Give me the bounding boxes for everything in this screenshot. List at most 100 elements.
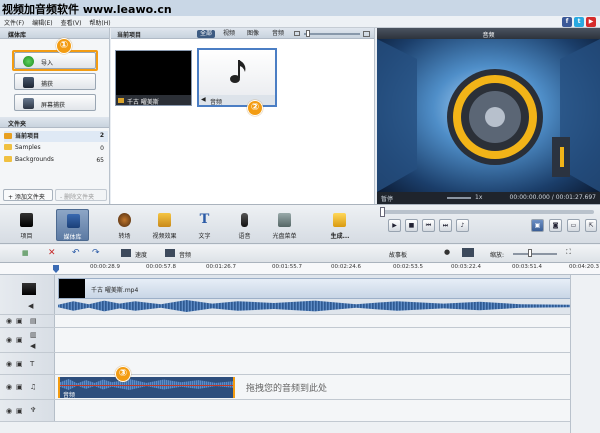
capture-button[interactable]: 捕获 xyxy=(14,73,96,90)
twitter-icon[interactable]: t xyxy=(574,17,584,27)
previous-button[interactable]: ⏮ xyxy=(422,219,435,232)
speaker-icon[interactable]: ◀ xyxy=(28,302,33,310)
snapshot-button[interactable]: ◙ xyxy=(549,219,562,232)
folder-item[interactable]: Backgrounds 65 xyxy=(4,156,108,167)
toolbar-text[interactable]: T 文字 xyxy=(188,209,221,241)
toolbar-label: 转场 xyxy=(118,233,131,240)
media-header: 当前项目 全部 视频 图像 音频 xyxy=(111,28,374,39)
zoom-slider[interactable] xyxy=(513,253,557,255)
toolbar-disc-menu[interactable]: 光盘菜单 xyxy=(268,209,301,241)
youtube-icon[interactable]: ▶ xyxy=(586,17,596,27)
toolbar-effects[interactable]: 视频效果 xyxy=(148,209,181,241)
menu-file[interactable]: 文件(F) xyxy=(0,16,28,27)
speed-button[interactable]: 速度 xyxy=(135,250,147,259)
eye-icon[interactable]: ◉ xyxy=(6,407,12,415)
ruler-tick: 00:03:22.4 xyxy=(451,264,481,270)
eye-icon[interactable]: ◉ xyxy=(6,383,12,391)
media-item-audio[interactable]: 音频 ◀ xyxy=(197,48,277,107)
stop-button[interactable]: ■ xyxy=(405,219,418,232)
toolbar-library[interactable]: 媒体库 xyxy=(56,209,89,241)
monitor-button[interactable]: ▭ xyxy=(567,219,580,232)
toolbar-transition[interactable]: 转场 xyxy=(108,209,141,241)
zoom-handle[interactable] xyxy=(528,249,532,257)
lock-icon[interactable]: ▣ xyxy=(16,360,23,368)
video-clip-label: 千古 曜美斯.mp4 xyxy=(91,287,139,294)
speed-slider[interactable] xyxy=(447,197,471,199)
library-panel: 媒体库 导入 ① 捕获 屏幕捕获 文件夹 当前项目 2 Samples 0 Back… xyxy=(0,28,110,204)
filter-all[interactable]: 全部 xyxy=(197,30,216,38)
menu-edit[interactable]: 编辑(E) xyxy=(28,16,56,27)
video-icon xyxy=(118,98,124,103)
display-icon[interactable] xyxy=(462,248,474,257)
eye-icon[interactable]: ◉ xyxy=(6,317,12,325)
toolbar-project[interactable]: 项目 xyxy=(10,209,43,241)
screen-capture-label: 屏幕捕获 xyxy=(41,102,66,109)
undo-icon[interactable]: ↶ xyxy=(72,248,80,258)
video-clip[interactable]: 千古 曜美斯.mp4 xyxy=(58,278,572,299)
fullscreen-button[interactable]: ▣ xyxy=(531,219,544,232)
lock-icon[interactable]: ▣ xyxy=(16,407,23,415)
voice-icon[interactable]: ● xyxy=(444,248,450,256)
delete-icon[interactable]: ✕ xyxy=(48,248,56,258)
effects-icon xyxy=(158,213,171,227)
overlay-track-3: ◉ ▣ T xyxy=(0,353,570,375)
thumbnail-size-slider[interactable] xyxy=(304,33,360,35)
callout-1: ① xyxy=(56,38,72,54)
clapper-icon xyxy=(20,213,33,227)
lock-icon[interactable]: ▣ xyxy=(16,383,23,391)
add-track-icon[interactable]: ▦ xyxy=(22,249,29,257)
audio-clip[interactable]: 音频 xyxy=(58,377,235,399)
add-folder-button[interactable]: + 添加文件夹 xyxy=(3,189,53,201)
main-toolbar: 项目 媒体库 转场 视频效果 T 文字 语音 光盘菜单 生成... ▶ ■ ⏮ ⏭… xyxy=(0,204,600,244)
eye-icon[interactable]: ◉ xyxy=(6,360,12,368)
slider-handle[interactable] xyxy=(306,30,310,37)
capture-label: 捕获 xyxy=(41,81,54,88)
media-item-video[interactable]: 千古 曜美斯 xyxy=(115,50,192,106)
folder-icon xyxy=(4,156,12,162)
lock-icon[interactable]: ▣ xyxy=(16,336,23,344)
folder-count: 0 xyxy=(100,145,104,152)
screen-capture-button[interactable]: 屏幕捕获 xyxy=(14,94,96,111)
music-note-icon xyxy=(230,60,246,83)
facebook-icon[interactable]: f xyxy=(562,17,572,27)
playhead-icon[interactable] xyxy=(53,265,59,273)
zoom-label: 缩放: xyxy=(490,252,505,259)
menu-help[interactable]: 帮助(H) xyxy=(85,16,114,27)
timeline-ruler[interactable]: 00:00:28.9 00:00:57.8 00:01:26.7 00:01:5… xyxy=(0,263,600,275)
text-icon: T xyxy=(199,212,210,227)
filter-image[interactable]: 图像 xyxy=(244,30,262,38)
seekbar-handle[interactable] xyxy=(380,207,385,217)
ruler-tick: 00:04:20.3 xyxy=(569,264,599,270)
toolbar-voice[interactable]: 语音 xyxy=(228,209,261,241)
volume-button[interactable]: ♪ xyxy=(456,219,469,232)
fit-icon[interactable]: ⛶ xyxy=(566,248,571,257)
track-header: ◉ ▣ ♆ xyxy=(0,400,55,421)
redo-icon[interactable]: ↷ xyxy=(92,248,100,258)
timeline-scrollbar[interactable] xyxy=(0,422,570,433)
speaker-icon[interactable]: ◀ xyxy=(30,342,35,350)
toolbar-label: 媒体库 xyxy=(63,234,82,241)
menu-view[interactable]: 查看(V) xyxy=(57,16,86,27)
delete-folder-button[interactable]: - 删除文件夹 xyxy=(55,189,107,201)
vertical-scrollbar[interactable] xyxy=(570,275,600,433)
folder-item[interactable]: Samples 0 xyxy=(4,144,108,155)
folder-count: 2 xyxy=(99,132,104,139)
lock-icon[interactable]: ▣ xyxy=(16,317,23,325)
folder-item[interactable]: 当前项目 2 xyxy=(4,131,108,142)
microphone-icon xyxy=(241,213,248,227)
music-track-icon: ♫ xyxy=(30,383,37,391)
playback-status: 暂停 xyxy=(381,196,394,203)
folder-count: 65 xyxy=(96,157,104,164)
next-button[interactable]: ⏭ xyxy=(439,219,452,232)
playback-seekbar[interactable] xyxy=(381,210,594,214)
callout-2: ② xyxy=(247,100,263,116)
eye-icon[interactable]: ◉ xyxy=(6,336,12,344)
filter-audio[interactable]: 音频 xyxy=(269,30,287,38)
play-button[interactable]: ▶ xyxy=(388,219,401,232)
detach-button[interactable]: ⇱ xyxy=(585,219,597,232)
audio-button[interactable]: 音频 xyxy=(179,250,191,259)
toolbar-build[interactable]: 生成... xyxy=(320,209,360,241)
filter-video[interactable]: 视频 xyxy=(220,30,238,38)
callout-3: ③ xyxy=(115,366,131,382)
storyboard-button[interactable]: 故事板 xyxy=(389,250,407,259)
